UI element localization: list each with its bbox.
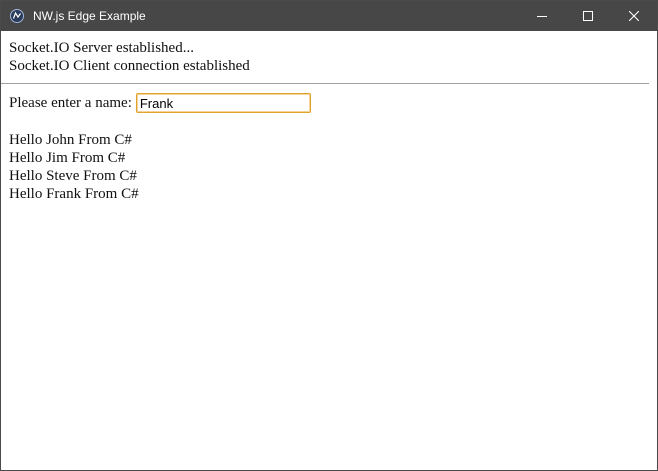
greeting-item: Hello John From C#	[9, 132, 132, 148]
minimize-icon	[537, 16, 547, 17]
maximize-button[interactable]	[565, 1, 611, 31]
page-content: Socket.IO Server established... Socket.I…	[1, 39, 649, 203]
greetings-list: Hello John From C# Hello Jim From C# Hel…	[9, 131, 649, 203]
greeting-item: Hello Jim From C#	[9, 150, 126, 166]
server-status-text: Socket.IO Server established...	[9, 40, 194, 56]
greeting-item: Hello Steve From C#	[9, 168, 137, 184]
name-label: Please enter a name:	[9, 95, 132, 111]
client-status-text: Socket.IO Client connection established	[9, 58, 250, 74]
window-controls	[519, 1, 657, 31]
greeting-item: Hello Frank From C#	[9, 186, 139, 202]
close-button[interactable]	[611, 1, 657, 31]
name-form: Please enter a name:	[9, 92, 649, 114]
close-icon	[629, 11, 639, 21]
minimize-button[interactable]	[519, 1, 565, 31]
maximize-icon	[583, 11, 593, 21]
title-bar[interactable]: NW.js Edge Example	[1, 1, 657, 31]
name-input[interactable]	[135, 93, 311, 113]
app-window: NW.js Edge Example Socket.IO Server esta…	[0, 0, 658, 471]
horizontal-divider	[1, 83, 649, 84]
window-title: NW.js Edge Example	[33, 9, 146, 23]
nwjs-logo-icon	[9, 8, 25, 24]
